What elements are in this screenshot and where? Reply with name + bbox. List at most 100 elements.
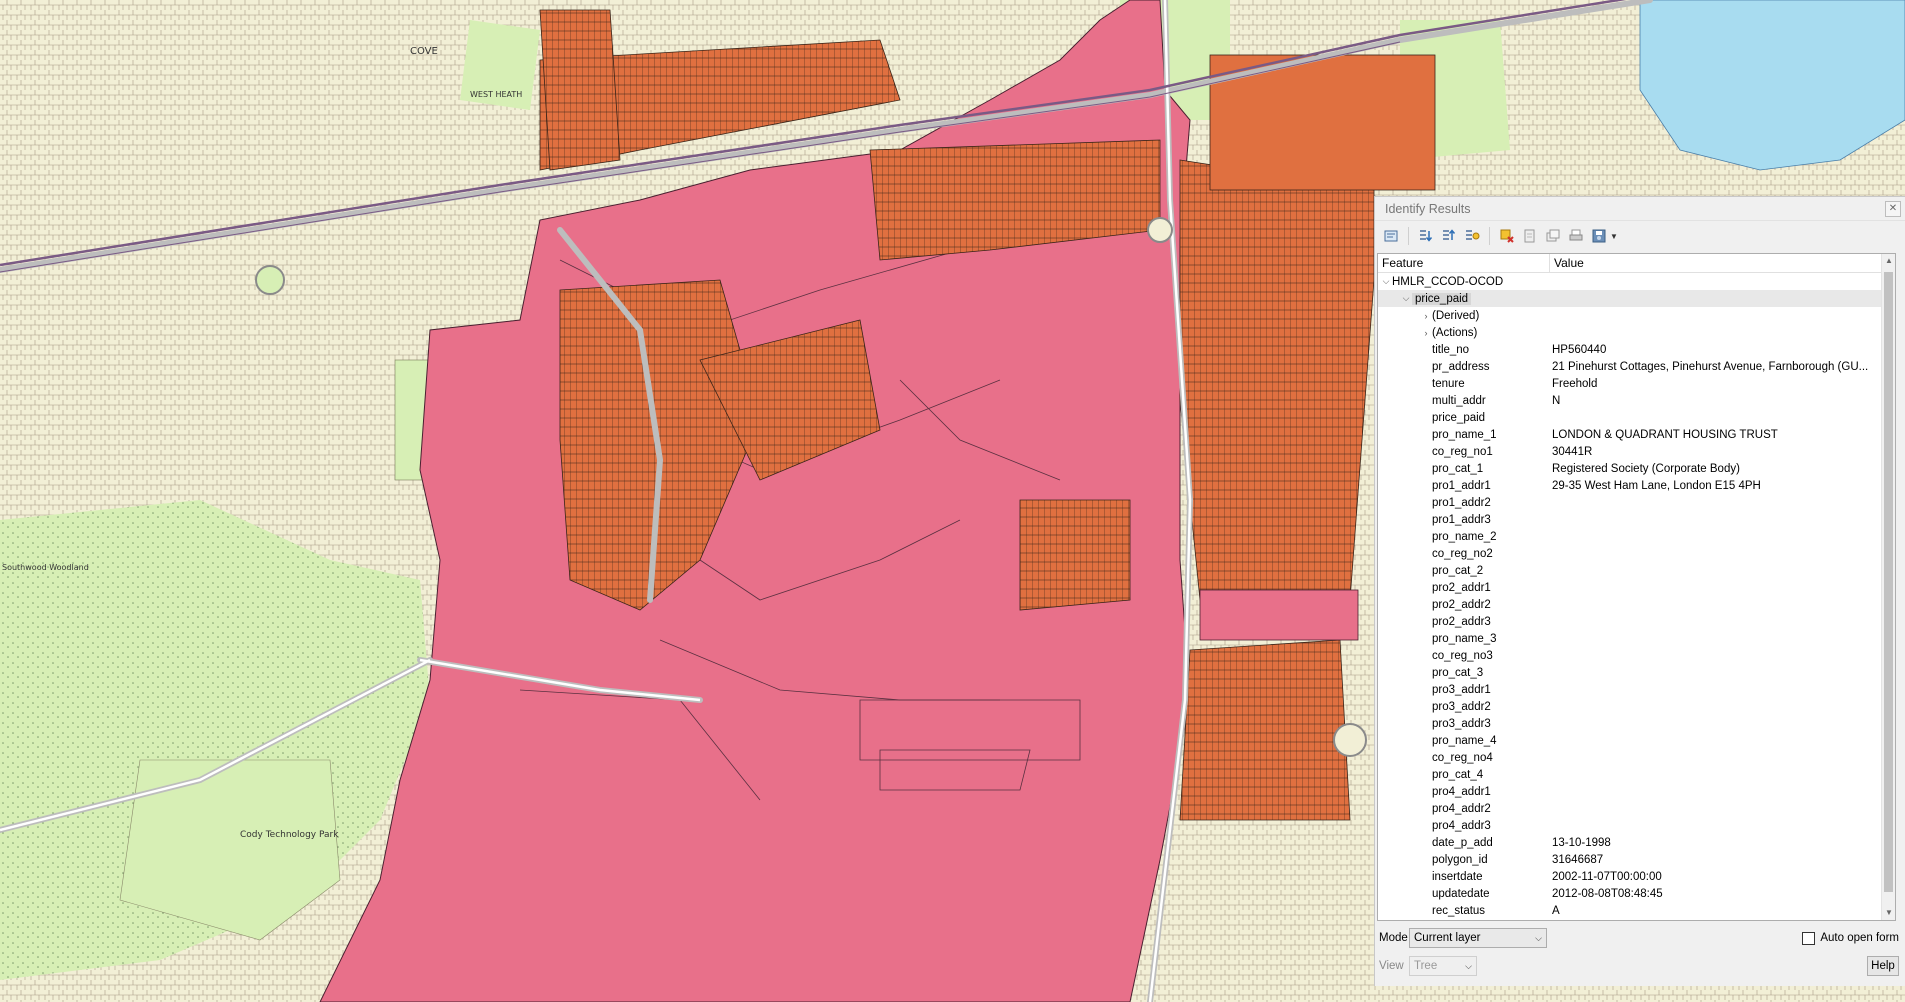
header-feature[interactable]: Feature <box>1378 254 1550 272</box>
attribute-name: insertdate <box>1432 870 1483 883</box>
auto-open-checkbox[interactable]: Auto open form <box>1802 931 1899 945</box>
attribute-row[interactable]: date_p_add 13-10-1998 <box>1378 834 1895 851</box>
map-label-west-heath: WEST HEATH <box>470 90 523 99</box>
expand-all-icon[interactable] <box>1416 226 1436 246</box>
collapse-all-icon[interactable] <box>1439 226 1459 246</box>
print-icon[interactable] <box>1566 226 1586 246</box>
attribute-name: pro_cat_1 <box>1432 462 1484 475</box>
attribute-row[interactable]: co_reg_no3 <box>1378 647 1895 664</box>
close-button[interactable]: ✕ <box>1885 201 1901 217</box>
save-icon[interactable] <box>1589 226 1609 246</box>
toolbar-separator <box>1489 227 1490 245</box>
attribute-row[interactable]: pro2_addr2 <box>1378 596 1895 613</box>
attribute-row[interactable]: pro3_addr1 <box>1378 681 1895 698</box>
attribute-row[interactable]: updatedate 2012-08-08T08:48:45 <box>1378 885 1895 902</box>
header-value[interactable]: Value <box>1550 254 1895 272</box>
results-tree[interactable]: Feature Value ⌵ HMLR_CCOD-OCOD ⌵ price_pai… <box>1377 253 1896 921</box>
layer-node[interactable]: ⌵ HMLR_CCOD-OCOD <box>1378 273 1895 290</box>
panel-title: Identify Results <box>1385 202 1471 216</box>
results-header: Feature Value <box>1378 254 1895 273</box>
view-row: View Tree ⌵ Help <box>1379 955 1899 977</box>
attribute-row[interactable]: pro4_addr2 <box>1378 800 1895 817</box>
attribute-name: pro_name_2 <box>1432 530 1497 543</box>
chevron-down-icon[interactable]: ⌵ <box>1380 276 1392 287</box>
chevron-down-icon[interactable]: ▼ <box>1610 232 1618 241</box>
attribute-row[interactable]: pro_name_1 LONDON & QUADRANT HOUSING TRUS… <box>1378 426 1895 443</box>
attribute-row[interactable]: pro1_addr2 <box>1378 494 1895 511</box>
expand-new-icon[interactable] <box>1462 226 1482 246</box>
panel-title-bar[interactable]: Identify Results ✕ <box>1375 197 1905 221</box>
chevron-right-icon[interactable]: › <box>1420 328 1432 338</box>
attribute-name: pro4_addr2 <box>1432 802 1491 815</box>
scroll-down-icon[interactable]: ▼ <box>1882 906 1895 920</box>
expand-tree-icon[interactable] <box>1381 226 1401 246</box>
attribute-name: pro_name_4 <box>1432 734 1497 747</box>
attribute-row[interactable]: insertdate 2002-11-07T00:00:00 <box>1378 868 1895 885</box>
attribute-name: title_no <box>1432 343 1470 356</box>
attribute-row[interactable]: pro3_addr2 <box>1378 698 1895 715</box>
attribute-row[interactable]: pro2_addr3 <box>1378 613 1895 630</box>
attribute-name: pro_cat_4 <box>1432 768 1484 781</box>
attribute-row[interactable]: pro_cat_1 Registered Society (Corporate B… <box>1378 460 1895 477</box>
attribute-row[interactable]: pro1_addr3 <box>1378 511 1895 528</box>
attribute-value: 21 Pinehurst Cottages, Pinehurst Avenue,… <box>1552 360 1869 373</box>
map-label-cove: COVE <box>410 46 438 57</box>
attribute-value: LONDON & QUADRANT HOUSING TRUST <box>1552 428 1778 441</box>
clear-highlight-icon[interactable] <box>1497 226 1517 246</box>
attribute-name: updatedate <box>1432 887 1490 900</box>
toolbar-separator <box>1408 227 1409 245</box>
layer-node-label: HMLR_CCOD-OCOD <box>1392 275 1504 288</box>
attribute-row[interactable]: pro_name_2 <box>1378 528 1895 545</box>
mode-value: Current layer <box>1414 932 1481 944</box>
attribute-value: HP560440 <box>1552 343 1607 356</box>
help-button[interactable]: Help <box>1867 956 1899 976</box>
map-label-cody: Cody Technology Park <box>240 830 339 840</box>
attribute-row[interactable]: polygon_id 31646687 <box>1378 851 1895 868</box>
attribute-row[interactable]: pro_cat_4 <box>1378 766 1895 783</box>
results-scrollbar[interactable]: ▲ ▼ <box>1881 254 1895 920</box>
attribute-row[interactable]: pro1_addr1 29-35 West Ham Lane, London E1… <box>1378 477 1895 494</box>
actions-node[interactable]: › (Actions) <box>1378 324 1895 341</box>
attribute-name: pro3_addr1 <box>1432 683 1491 696</box>
attribute-row[interactable]: pro4_addr1 <box>1378 783 1895 800</box>
attribute-row[interactable]: multi_addr N <box>1378 392 1895 409</box>
auto-open-label: Auto open form <box>1820 932 1899 944</box>
orange-cluster-south <box>1019 499 1131 611</box>
attribute-row[interactable]: pr_address 21 Pinehurst Cottages, Pinehur… <box>1378 358 1895 375</box>
attribute-row[interactable]: price_paid <box>1378 409 1895 426</box>
attribute-row[interactable]: pro_cat_3 <box>1378 664 1895 681</box>
attribute-row[interactable]: pro2_addr1 <box>1378 579 1895 596</box>
feature-node[interactable]: ⌵ price_paid <box>1378 290 1895 307</box>
orange-cluster-east <box>1179 159 1375 601</box>
attribute-row[interactable]: co_reg_no1 30441R <box>1378 443 1895 460</box>
scrollbar-thumb[interactable] <box>1884 272 1893 892</box>
attribute-row[interactable]: co_reg_no2 <box>1378 545 1895 562</box>
view-select[interactable]: Tree ⌵ <box>1409 956 1477 976</box>
attribute-name: pro1_addr1 <box>1432 479 1491 492</box>
attribute-row[interactable]: pro4_addr3 <box>1378 817 1895 834</box>
scroll-up-icon[interactable]: ▲ <box>1882 254 1895 268</box>
attribute-row[interactable]: tenure Freehold <box>1378 375 1895 392</box>
attribute-name: multi_addr <box>1432 394 1486 407</box>
mode-select[interactable]: Current layer ⌵ <box>1409 928 1547 948</box>
attribute-value: Freehold <box>1552 377 1598 390</box>
attribute-name: pro4_addr1 <box>1432 785 1491 798</box>
attribute-name: date_p_add <box>1432 836 1493 849</box>
attribute-name: co_reg_no2 <box>1432 547 1493 560</box>
attribute-row[interactable]: pro3_addr3 <box>1378 715 1895 732</box>
clear-results-icon[interactable] <box>1520 226 1540 246</box>
derived-node[interactable]: › (Derived) <box>1378 307 1895 324</box>
attribute-name: pro2_addr2 <box>1432 598 1491 611</box>
attribute-value: 13-10-1998 <box>1552 836 1611 849</box>
chevron-down-icon[interactable]: ⌵ <box>1400 293 1412 304</box>
attribute-value: 2002-11-07T00:00:00 <box>1552 870 1662 883</box>
attribute-row[interactable]: rec_status A <box>1378 902 1895 919</box>
chevron-right-icon[interactable]: › <box>1420 311 1432 321</box>
attribute-row[interactable]: pro_name_3 <box>1378 630 1895 647</box>
attribute-row[interactable]: title_no HP560440 <box>1378 341 1895 358</box>
copy-icon[interactable] <box>1543 226 1563 246</box>
checkbox-box[interactable] <box>1802 931 1816 945</box>
attribute-row[interactable]: pro_cat_2 <box>1378 562 1895 579</box>
attribute-row[interactable]: pro_name_4 <box>1378 732 1895 749</box>
attribute-row[interactable]: co_reg_no4 <box>1378 749 1895 766</box>
